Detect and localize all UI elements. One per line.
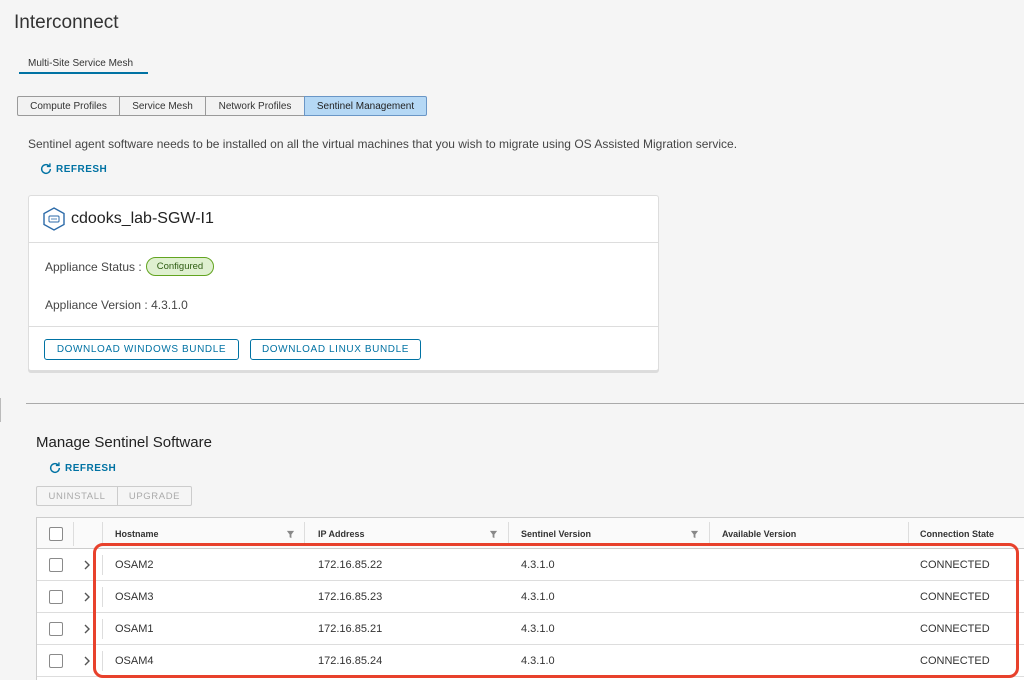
- cell-ip: 172.16.85.21: [318, 623, 383, 635]
- refresh-button[interactable]: REFRESH: [39, 162, 107, 176]
- refresh-label: REFRESH: [56, 163, 108, 175]
- cell-ip: 172.16.85.22: [318, 559, 383, 571]
- column-separator: [508, 522, 509, 546]
- refresh-icon: [40, 163, 52, 175]
- row-separator: [102, 555, 103, 575]
- column-separator: [709, 522, 710, 546]
- tab-service-mesh[interactable]: Service Mesh: [119, 96, 206, 116]
- cell-hostname: OSAM2: [115, 559, 154, 571]
- tab-compute-profiles[interactable]: Compute Profiles: [17, 96, 120, 116]
- manage-sentinel-title: Manage Sentinel Software: [36, 434, 212, 451]
- uninstall-button[interactable]: UNINSTALL: [36, 486, 118, 506]
- appliance-status-row: Appliance Status : Configured: [45, 257, 215, 276]
- cell-connection-state: CONNECTED: [920, 559, 990, 571]
- section-divider: [26, 403, 1024, 404]
- cell-hostname: OSAM1: [115, 623, 154, 635]
- appliance-card: cdooks_lab-SGW-I1 Appliance Status : Con…: [28, 195, 659, 371]
- select-all-checkbox[interactable]: [49, 527, 63, 541]
- cell-version: 4.3.1.0: [521, 559, 555, 571]
- refresh-icon: [49, 462, 61, 474]
- cell-version: 4.3.1.0: [521, 623, 555, 635]
- info-text: Sentinel agent software needs to be inst…: [28, 137, 738, 151]
- column-separator: [73, 522, 74, 546]
- card-footer: DOWNLOAD WINDOWS BUNDLE DOWNLOAD LINUX B…: [29, 326, 658, 371]
- column-separator: [908, 522, 909, 546]
- status-badge: Configured: [145, 257, 215, 276]
- action-button-group: UNINSTALL UPGRADE: [36, 486, 192, 506]
- filter-icon[interactable]: [286, 530, 295, 539]
- filter-icon[interactable]: [690, 530, 699, 539]
- page-title: Interconnect: [14, 12, 119, 33]
- column-header-ip-address[interactable]: IP Address: [318, 518, 365, 549]
- row-separator: [102, 587, 103, 607]
- appliance-name: cdooks_lab-SGW-I1: [71, 210, 214, 227]
- appliance-version: Appliance Version : 4.3.1.0: [45, 298, 188, 312]
- row-checkbox[interactable]: [49, 590, 63, 604]
- column-header-sentinel-version[interactable]: Sentinel Version: [521, 518, 591, 549]
- chevron-right-icon[interactable]: [82, 590, 92, 604]
- table-row[interactable]: OSAM4 172.16.85.24 4.3.1.0 CONNECTED: [37, 645, 1024, 677]
- cell-hostname: OSAM3: [115, 591, 154, 603]
- download-linux-bundle-button[interactable]: DOWNLOAD LINUX BUNDLE: [250, 339, 421, 360]
- tab-network-profiles[interactable]: Network Profiles: [205, 96, 305, 116]
- manage-refresh-label: REFRESH: [65, 462, 117, 474]
- column-separator: [102, 522, 103, 546]
- cell-ip: 172.16.85.23: [318, 591, 383, 603]
- cell-version: 4.3.1.0: [521, 591, 555, 603]
- row-separator: [102, 619, 103, 639]
- column-separator: [304, 522, 305, 546]
- row-checkbox[interactable]: [49, 654, 63, 668]
- table-row[interactable]: OSAM3 172.16.85.23 4.3.1.0 CONNECTED: [37, 581, 1024, 613]
- cell-ip: 172.16.85.24: [318, 655, 383, 667]
- left-edge-marker: [0, 398, 1, 422]
- grid-header: Hostname IP Address Sentinel Version Ava…: [37, 518, 1024, 549]
- cell-hostname: OSAM4: [115, 655, 154, 667]
- chevron-right-icon[interactable]: [82, 558, 92, 572]
- column-header-available-version[interactable]: Available Version: [722, 518, 796, 549]
- cell-connection-state: CONNECTED: [920, 623, 990, 635]
- tab-sentinel-management[interactable]: Sentinel Management: [304, 96, 427, 116]
- table-row[interactable]: OSAM1 172.16.85.21 4.3.1.0 CONNECTED: [37, 613, 1024, 645]
- chevron-right-icon[interactable]: [82, 622, 92, 636]
- filter-icon[interactable]: [489, 530, 498, 539]
- download-windows-bundle-button[interactable]: DOWNLOAD WINDOWS BUNDLE: [44, 339, 239, 360]
- cell-connection-state: CONNECTED: [920, 591, 990, 603]
- sub-tab-group: Compute Profiles Service Mesh Network Pr…: [17, 96, 427, 116]
- card-header: cdooks_lab-SGW-I1: [29, 196, 658, 243]
- cell-connection-state: CONNECTED: [920, 655, 990, 667]
- cell-version: 4.3.1.0: [521, 655, 555, 667]
- appliance-status-label: Appliance Status :: [45, 259, 142, 274]
- table-row[interactable]: OSAM2 172.16.85.22 4.3.1.0 CONNECTED: [37, 549, 1024, 581]
- column-header-hostname[interactable]: Hostname: [115, 518, 159, 549]
- manage-refresh-button[interactable]: REFRESH: [48, 461, 116, 475]
- chevron-right-icon[interactable]: [82, 654, 92, 668]
- sentinel-datagrid: Hostname IP Address Sentinel Version Ava…: [36, 517, 1024, 680]
- row-separator: [102, 651, 103, 671]
- row-checkbox[interactable]: [49, 622, 63, 636]
- appliance-icon: [43, 207, 65, 231]
- row-checkbox[interactable]: [49, 558, 63, 572]
- upgrade-button[interactable]: UPGRADE: [117, 486, 192, 506]
- tab-multi-site-service-mesh[interactable]: Multi-Site Service Mesh: [19, 52, 148, 74]
- column-header-connection-state[interactable]: Connection State: [920, 518, 994, 549]
